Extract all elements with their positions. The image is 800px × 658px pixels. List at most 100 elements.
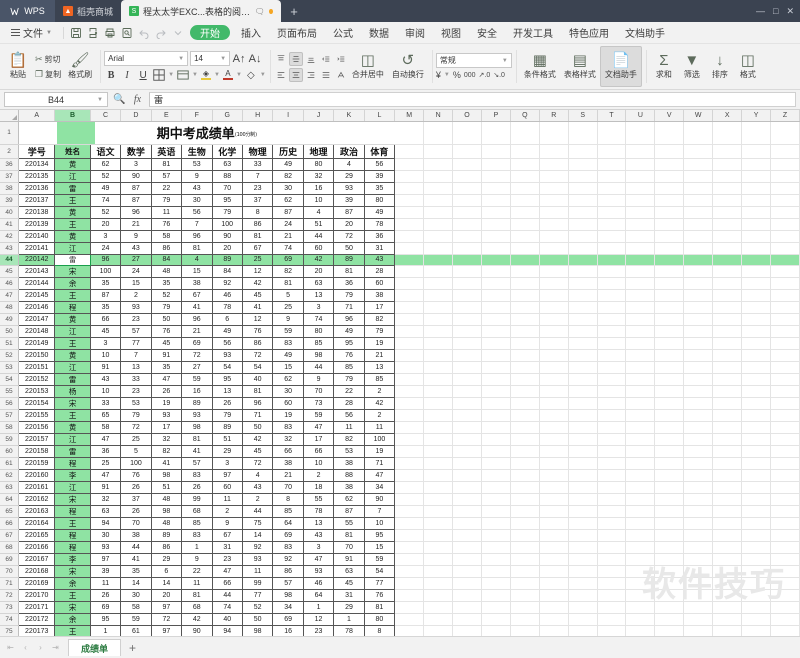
fx-icon[interactable]: fx: [131, 94, 144, 105]
table-cell[interactable]: 72: [242, 457, 274, 471]
table-cell[interactable]: 54: [242, 361, 274, 375]
table-cell[interactable]: 79: [212, 206, 243, 219]
empty-cell[interactable]: [597, 121, 627, 145]
table-cell[interactable]: 50: [333, 242, 365, 255]
table-cell[interactable]: 75: [242, 517, 274, 531]
table-cell[interactable]: 16: [272, 625, 304, 636]
empty-cell[interactable]: [568, 541, 598, 555]
empty-cell[interactable]: [481, 601, 511, 615]
table-cell[interactable]: 76: [242, 325, 274, 339]
empty-cell[interactable]: [568, 170, 598, 183]
empty-cell[interactable]: [597, 505, 627, 519]
empty-cell[interactable]: [423, 230, 454, 243]
table-cell[interactable]: 93: [151, 409, 183, 423]
row-header-44[interactable]: 44: [0, 254, 20, 267]
table-cell[interactable]: 程: [54, 505, 91, 519]
empty-cell[interactable]: [452, 505, 482, 519]
table-cell[interactable]: 10: [303, 457, 335, 471]
table-cell[interactable]: 48: [151, 517, 183, 531]
table-cell[interactable]: 21: [364, 349, 396, 363]
table-cell[interactable]: 87: [333, 505, 365, 519]
table-cell[interactable]: 86: [272, 565, 304, 579]
table-cell[interactable]: 江: [54, 481, 91, 495]
table-cell[interactable]: 62: [272, 373, 304, 387]
empty-cell[interactable]: [770, 373, 800, 387]
empty-cell[interactable]: [568, 613, 598, 627]
empty-cell[interactable]: [683, 397, 714, 411]
column-header-c[interactable]: C: [90, 110, 122, 122]
table-cell[interactable]: 57: [120, 325, 152, 339]
table-cell[interactable]: 4: [242, 469, 274, 483]
table-cell[interactable]: 59: [181, 373, 213, 387]
tab-data[interactable]: 数据: [361, 22, 397, 44]
empty-cell[interactable]: [712, 325, 743, 339]
table-cell[interactable]: 22: [333, 385, 365, 399]
empty-cell[interactable]: [712, 421, 743, 435]
table-cell[interactable]: 220159: [18, 457, 56, 471]
row-header-48[interactable]: 48: [0, 301, 20, 315]
empty-cell[interactable]: [510, 242, 540, 255]
table-cell[interactable]: 王: [54, 194, 91, 207]
table-cell[interactable]: 89: [181, 397, 213, 411]
table-cell[interactable]: 89: [151, 529, 183, 543]
table-cell[interactable]: 宋: [54, 601, 91, 615]
table-cell[interactable]: 江: [54, 433, 91, 447]
paste-button[interactable]: 📋 粘贴: [4, 46, 32, 87]
empty-cell[interactable]: [683, 144, 714, 159]
empty-cell[interactable]: [539, 206, 569, 219]
table-cell[interactable]: 12: [303, 613, 335, 627]
empty-cell[interactable]: [394, 385, 425, 399]
align-right-button[interactable]: [304, 68, 318, 82]
row-header-70[interactable]: 70: [0, 565, 20, 579]
table-cell[interactable]: 23: [242, 182, 274, 195]
table-cell[interactable]: 63: [90, 505, 122, 519]
table-cell[interactable]: 97: [212, 469, 243, 483]
empty-cell[interactable]: [452, 265, 482, 279]
column-header-n[interactable]: N: [423, 110, 454, 122]
empty-cell[interactable]: [539, 589, 569, 603]
empty-cell[interactable]: [625, 385, 656, 399]
table-cell[interactable]: 35: [151, 361, 183, 375]
empty-cell[interactable]: [539, 397, 569, 411]
table-cell[interactable]: 83: [272, 337, 304, 351]
empty-cell[interactable]: [770, 242, 800, 255]
empty-cell[interactable]: [394, 553, 425, 567]
empty-cell[interactable]: [770, 361, 800, 375]
table-row[interactable]: 42 220140 黄 3 9 58 96 90 81 21 44 72 36: [0, 230, 800, 243]
increase-font-size-button[interactable]: A↑: [232, 52, 246, 66]
table-cell[interactable]: 44: [303, 230, 335, 243]
table-cell[interactable]: 18: [303, 481, 335, 495]
table-cell[interactable]: 96: [333, 313, 365, 327]
empty-cell[interactable]: [568, 242, 598, 255]
table-cell[interactable]: 81: [364, 601, 396, 615]
table-row[interactable]: 71 220169 余 11 14 14 11 66 99 57 46 45 77: [0, 577, 800, 591]
table-cell[interactable]: 82: [272, 170, 304, 183]
column-header-y[interactable]: Y: [741, 110, 771, 122]
table-cell[interactable]: 4: [333, 158, 365, 171]
table-cell[interactable]: 220168: [18, 565, 56, 579]
empty-cell[interactable]: [481, 218, 511, 231]
table-cell[interactable]: 45: [333, 577, 365, 591]
empty-cell[interactable]: [394, 397, 425, 411]
empty-cell[interactable]: [597, 385, 627, 399]
table-cell[interactable]: 62: [333, 493, 365, 507]
empty-cell[interactable]: [568, 385, 598, 399]
empty-cell[interactable]: [741, 206, 771, 219]
table-cell[interactable]: 99: [181, 493, 213, 507]
empty-cell[interactable]: [510, 361, 540, 375]
table-cell[interactable]: 14: [120, 577, 152, 591]
table-cell[interactable]: 87: [120, 194, 152, 207]
empty-cell[interactable]: [712, 349, 743, 363]
empty-cell[interactable]: [625, 254, 656, 267]
minimize-icon[interactable]: —: [756, 6, 765, 16]
empty-cell[interactable]: [423, 218, 454, 231]
empty-cell[interactable]: [510, 277, 540, 291]
table-cell[interactable]: 93: [303, 565, 335, 579]
merge-center-button[interactable]: ◫ 合并居中: [348, 46, 388, 87]
doc-assistant-button[interactable]: 📄 文档助手: [599, 46, 642, 87]
table-cell[interactable]: 45: [151, 337, 183, 351]
empty-cell[interactable]: [741, 445, 771, 459]
row-header-2[interactable]: 2: [0, 144, 20, 159]
empty-cell[interactable]: [597, 469, 627, 483]
empty-cell[interactable]: [654, 170, 685, 183]
